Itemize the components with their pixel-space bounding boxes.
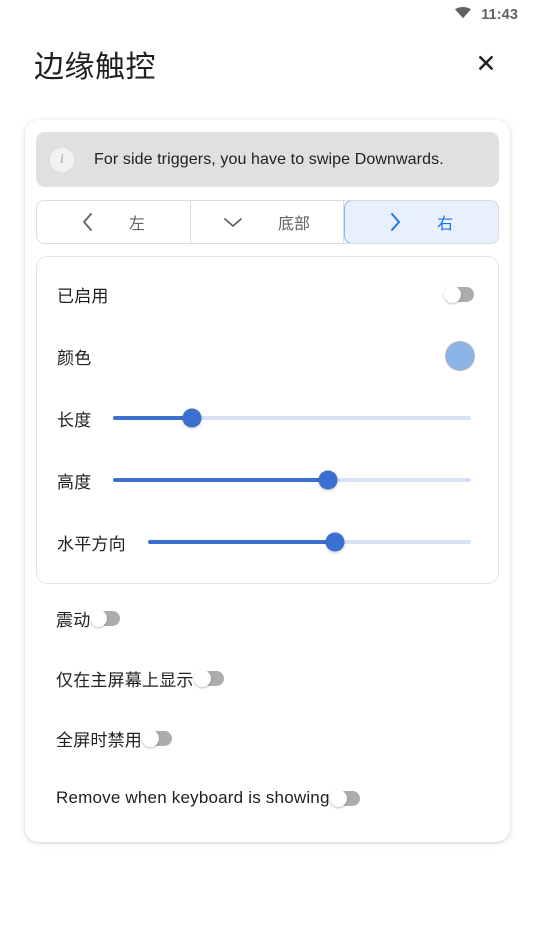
- info-icon: i: [50, 147, 74, 172]
- segment-right-label: 右: [437, 216, 454, 233]
- slider-fill: [113, 416, 193, 420]
- page-header: 边缘触控 ✕: [0, 30, 534, 98]
- row-color-label: 颜色: [57, 348, 92, 368]
- row-home-screen-only[interactable]: 仅在主屏幕上显示: [45, 648, 490, 708]
- row-height-label: 高度: [57, 472, 92, 492]
- row-remove-on-keyboard-label: Remove when keyboard is showing: [56, 788, 330, 807]
- close-icon[interactable]: ✕: [464, 42, 508, 86]
- segment-bottom-label: 底部: [278, 216, 311, 233]
- color-swatch[interactable]: [445, 341, 475, 371]
- row-vibrate-label: 震动: [56, 610, 91, 630]
- row-disable-fullscreen-label: 全屏时禁用: [56, 730, 142, 750]
- horizontal-slider[interactable]: [147, 530, 471, 554]
- row-length[interactable]: 长度: [37, 387, 498, 449]
- slider-fill: [147, 540, 336, 544]
- slider-thumb[interactable]: [318, 470, 338, 490]
- toggle-knob: [193, 669, 211, 687]
- length-slider[interactable]: [113, 406, 471, 430]
- row-horizontal-label: 水平方向: [57, 534, 126, 554]
- row-disable-fullscreen[interactable]: 全屏时禁用: [45, 708, 490, 768]
- slider-fill: [113, 478, 328, 482]
- row-color[interactable]: 颜色: [37, 325, 498, 387]
- slider-thumb[interactable]: [325, 532, 345, 552]
- row-height[interactable]: 高度: [37, 449, 498, 511]
- row-enabled-label: 已启用: [57, 286, 109, 306]
- home-screen-only-toggle[interactable]: [193, 669, 224, 687]
- segment-left[interactable]: 左: [37, 201, 191, 243]
- toggle-knob: [142, 729, 159, 747]
- remove-on-keyboard-toggle[interactable]: [329, 789, 360, 807]
- segment-right[interactable]: 右: [344, 201, 498, 243]
- toggle-knob: [329, 789, 347, 807]
- toggle-knob: [444, 285, 461, 303]
- vibrate-toggle[interactable]: [90, 609, 121, 627]
- chevron-left-icon: [82, 213, 93, 231]
- row-length-label: 长度: [57, 410, 92, 430]
- row-remove-on-keyboard[interactable]: Remove when keyboard is showing: [45, 768, 490, 828]
- segment-left-label: 左: [128, 216, 145, 233]
- row-home-screen-only-label: 仅在主屏幕上显示: [56, 670, 194, 690]
- slider-thumb[interactable]: [182, 408, 202, 428]
- row-vibrate[interactable]: 震动: [45, 588, 490, 648]
- settings-scroll-card: i For side triggers, you have to swipe D…: [25, 120, 510, 842]
- status-bar-right: 11:43: [454, 6, 518, 24]
- row-horizontal[interactable]: 水平方向: [37, 511, 498, 573]
- edge-position-segmented-control[interactable]: 左 底部 右: [36, 200, 499, 244]
- status-time: 11:43: [481, 7, 518, 23]
- segment-bottom[interactable]: 底部: [191, 201, 345, 243]
- status-bar: 11:43: [0, 0, 534, 30]
- toggle-knob: [90, 609, 108, 627]
- info-banner: i For side triggers, you have to swipe D…: [36, 132, 499, 187]
- row-enabled[interactable]: 已启用: [37, 263, 498, 325]
- disable-fullscreen-toggle[interactable]: [142, 729, 172, 747]
- edge-settings-card: 已启用 颜色 长度 高度 水平方向: [36, 256, 499, 584]
- chevron-down-icon: [224, 217, 242, 228]
- option-rows: 震动 仅在主屏幕上显示 全屏时禁用 Remove when keyboard i…: [36, 588, 499, 828]
- wifi-icon: [454, 6, 472, 24]
- info-banner-text: For side triggers, you have to swipe Dow…: [94, 150, 444, 168]
- height-slider[interactable]: [113, 468, 471, 492]
- enabled-toggle[interactable]: [444, 285, 474, 303]
- chevron-right-icon: [390, 213, 401, 231]
- page-title: 边缘触控: [34, 51, 156, 84]
